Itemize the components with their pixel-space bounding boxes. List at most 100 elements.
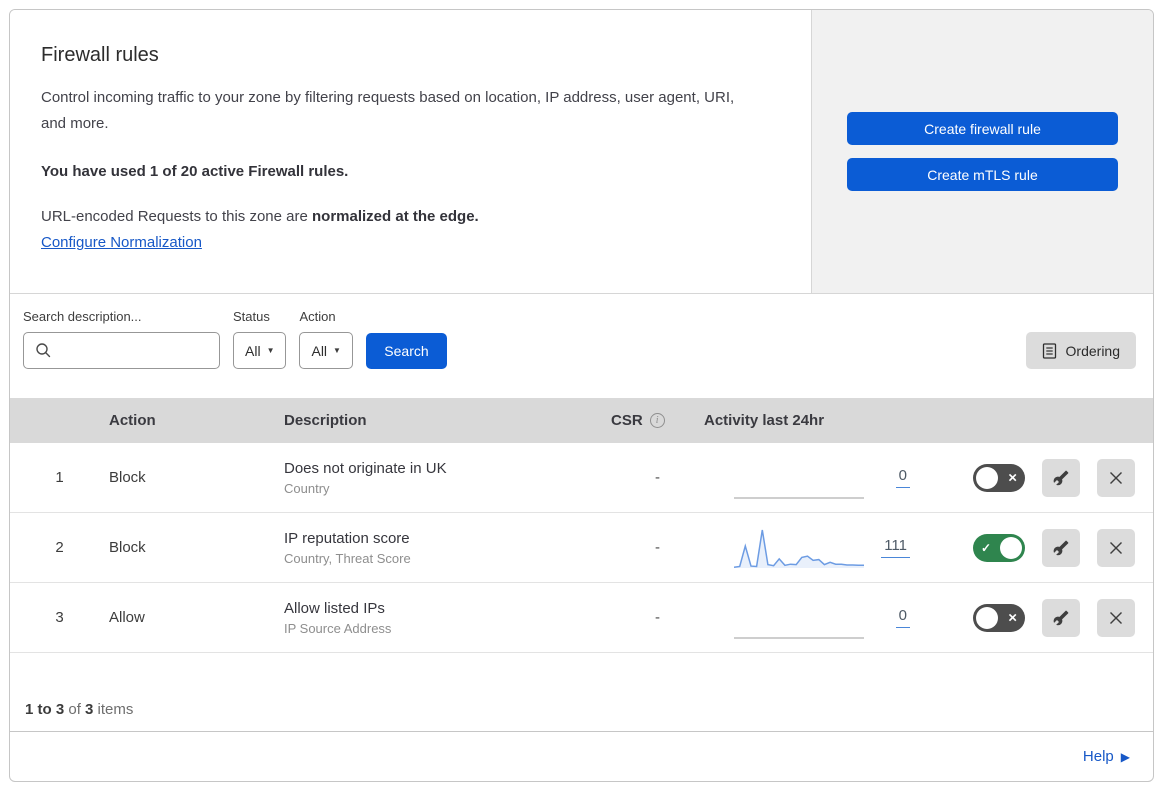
rule-description-cell: Does not originate in UK Country (284, 460, 611, 496)
rule-description: Does not originate in UK (284, 459, 447, 477)
toggle-knob (1000, 536, 1022, 559)
rule-activity-cell: 0 (704, 596, 954, 640)
pagination-of: of (64, 701, 86, 718)
check-icon: ✓ (981, 540, 992, 555)
page-description: Control incoming traffic to your zone by… (41, 89, 735, 133)
close-icon (1108, 610, 1124, 626)
rule-csr-value: - (655, 469, 660, 486)
status-dropdown[interactable]: All ▼ (233, 332, 287, 369)
activity-sparkline (734, 636, 864, 639)
header-section: Firewall rules Control incoming traffic … (10, 10, 1153, 294)
activity-count-link[interactable]: 0 (895, 467, 910, 488)
search-button[interactable]: Search (365, 333, 447, 369)
column-header-csr: CSR i (611, 412, 704, 429)
action-field-group: Action All ▼ (299, 309, 353, 369)
ordering-button-label: Ordering (1065, 342, 1120, 359)
close-icon (1108, 540, 1124, 556)
wrench-icon (1053, 540, 1069, 556)
rule-fields: Country (284, 480, 330, 496)
edit-rule-button[interactable] (1042, 598, 1080, 637)
column-header-activity: Activity last 24hr (704, 412, 825, 429)
rule-description-cell: IP reputation score Country, Threat Scor… (284, 530, 611, 566)
search-input[interactable] (52, 341, 219, 360)
filter-toolbar: Search description... Status All ▼ Actio… (10, 294, 1153, 398)
activity-count-link[interactable]: 0 (895, 607, 910, 628)
activity-sparkline (734, 496, 864, 499)
edit-rule-button[interactable] (1042, 528, 1080, 567)
rule-description: IP reputation score (284, 529, 410, 547)
search-icon (35, 342, 52, 359)
rule-enable-toggle[interactable]: ✓ × (973, 533, 1025, 562)
rule-action: Allow (109, 609, 145, 626)
rule-enable-toggle[interactable]: ✓ × (973, 463, 1025, 492)
rule-csr-value: - (655, 539, 660, 556)
close-icon (1108, 470, 1124, 486)
table-header: Action Description CSR i Activity last 2… (10, 398, 1153, 443)
rule-enable-toggle[interactable]: ✓ × (973, 603, 1025, 632)
action-label: Action (299, 309, 336, 324)
create-firewall-rule-button[interactable]: Create firewall rule (847, 112, 1118, 145)
activity-count-link[interactable]: 111 (881, 537, 910, 558)
rule-controls: ✓ × (954, 458, 1153, 497)
rule-controls: ✓ × (954, 598, 1153, 637)
wrench-icon (1053, 470, 1069, 486)
status-dropdown-value: All (245, 342, 261, 359)
configure-normalization-link[interactable]: Configure Normalization (41, 234, 202, 251)
rule-activity-cell: 111 (704, 526, 954, 570)
table-row: 3 Allow Allow listed IPs IP Source Addre… (10, 583, 1153, 653)
normalization-text: URL-encoded Requests to this zone are (41, 207, 312, 225)
edit-rule-button[interactable] (1042, 458, 1080, 497)
column-header-description: Description (284, 412, 367, 429)
column-header-action: Action (109, 412, 156, 429)
rule-fields: Country, Threat Score (284, 550, 411, 566)
header-text-panel: Firewall rules Control incoming traffic … (10, 10, 811, 293)
chevron-down-icon: ▼ (266, 346, 275, 355)
rule-csr-value: - (655, 609, 660, 626)
table-row: 2 Block IP reputation score Country, Thr… (10, 513, 1153, 583)
rule-controls: ✓ × (954, 528, 1153, 567)
rule-fields: IP Source Address (284, 620, 392, 636)
rule-priority: 2 (55, 539, 64, 556)
chevron-down-icon: ▼ (333, 346, 341, 355)
pagination-range: 1 to 3 (25, 701, 65, 718)
csr-label: CSR (611, 412, 643, 429)
search-label: Search description... (23, 309, 142, 324)
firewall-rules-card: Firewall rules Control incoming traffic … (9, 9, 1154, 782)
pagination-summary: 1 to 3 of 3 items (10, 653, 1153, 731)
search-box[interactable] (23, 332, 220, 369)
action-dropdown[interactable]: All ▼ (299, 332, 353, 369)
rule-activity-cell: 0 (704, 456, 954, 500)
toggle-knob (976, 606, 998, 629)
delete-rule-button[interactable] (1097, 528, 1135, 567)
wrench-icon (1053, 610, 1069, 626)
ordering-list-icon (1042, 342, 1057, 359)
table-row: 1 Block Does not originate in UK Country… (10, 443, 1153, 513)
create-mtls-rule-button[interactable]: Create mTLS rule (847, 158, 1118, 191)
actions-panel: Create firewall rule Create mTLS rule (811, 10, 1153, 293)
normalization-notice: URL-encoded Requests to this zone are no… (41, 208, 761, 225)
rule-description-cell: Allow listed IPs IP Source Address (284, 600, 611, 636)
rule-priority: 1 (55, 469, 64, 486)
help-link[interactable]: Help (1083, 748, 1114, 765)
status-label: Status (233, 309, 270, 324)
info-icon[interactable]: i (649, 413, 665, 428)
search-field-group: Search description... (23, 309, 220, 369)
rule-description: Allow listed IPs (284, 599, 385, 617)
x-icon: × (1008, 609, 1017, 626)
usage-notice: You have used 1 of 20 active Firewall ru… (41, 162, 349, 180)
rule-action: Block (109, 539, 146, 556)
rule-action: Block (109, 469, 146, 486)
activity-sparkline (734, 529, 864, 568)
status-field-group: Status All ▼ (233, 309, 287, 369)
x-icon: × (1008, 469, 1017, 486)
action-dropdown-value: All (311, 342, 328, 359)
ordering-button[interactable]: Ordering (1025, 332, 1136, 369)
delete-rule-button[interactable] (1097, 598, 1135, 637)
page-title: Firewall rules (41, 44, 159, 66)
help-arrow-icon[interactable]: ▶ (1121, 750, 1130, 764)
delete-rule-button[interactable] (1097, 458, 1135, 497)
rule-priority: 3 (55, 609, 64, 626)
normalization-bold: normalized at the edge. (312, 207, 479, 225)
pagination-items: items (93, 701, 134, 718)
help-bar: Help ▶ (10, 731, 1153, 781)
